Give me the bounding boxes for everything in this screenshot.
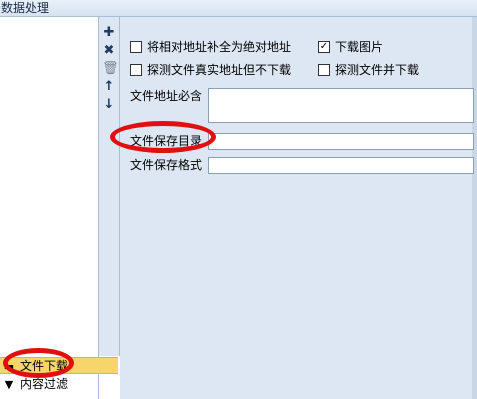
checkbox-box[interactable]	[130, 64, 142, 76]
list-item-content-filter[interactable]: ▼ 内容过滤	[0, 376, 118, 393]
list-item-label: 内容过滤	[20, 377, 69, 391]
checkbox-box[interactable]: ✓	[318, 41, 330, 53]
window-title: 数据处理	[1, 1, 50, 15]
checkbox-label: 下载图片	[335, 40, 384, 54]
arrow-up-icon[interactable]: ↑	[102, 79, 116, 95]
checkbox-box[interactable]	[130, 41, 142, 53]
save-dir-input[interactable]	[208, 133, 474, 150]
list-item-label: 文件下载	[20, 359, 69, 373]
plus-icon[interactable]: ✚	[102, 25, 116, 41]
arrow-down-icon[interactable]: ↓	[102, 97, 116, 113]
trash-icon[interactable]: 🗑	[102, 61, 119, 77]
required-url-textarea[interactable]	[208, 88, 474, 123]
checkbox-label: 探测文件真实地址但不下载	[147, 63, 292, 77]
download-icon: ▬	[3, 360, 15, 373]
list-item-file-download[interactable]: ▬ 文件下载	[0, 357, 118, 374]
title-bar: 数据处理	[0, 0, 477, 17]
required-url-label: 文件地址必含	[130, 89, 203, 103]
checkbox-label: 将相对地址补全为绝对地址	[147, 40, 292, 54]
checkbox-box[interactable]	[318, 64, 330, 76]
checkbox-label: 探测文件并下载	[335, 63, 420, 77]
rule-list-panel[interactable]	[0, 17, 99, 399]
close-icon[interactable]: ✖	[102, 43, 116, 59]
list-toolbar: ✚ ✖ 🗑 ↑ ↓	[99, 17, 120, 356]
save-dir-label: 文件保存目录	[130, 134, 203, 148]
save-format-input[interactable]	[208, 157, 474, 174]
save-format-label: 文件保存格式	[130, 158, 203, 172]
filter-icon: ▼	[4, 378, 14, 391]
scrollbar[interactable]	[472, 17, 477, 399]
